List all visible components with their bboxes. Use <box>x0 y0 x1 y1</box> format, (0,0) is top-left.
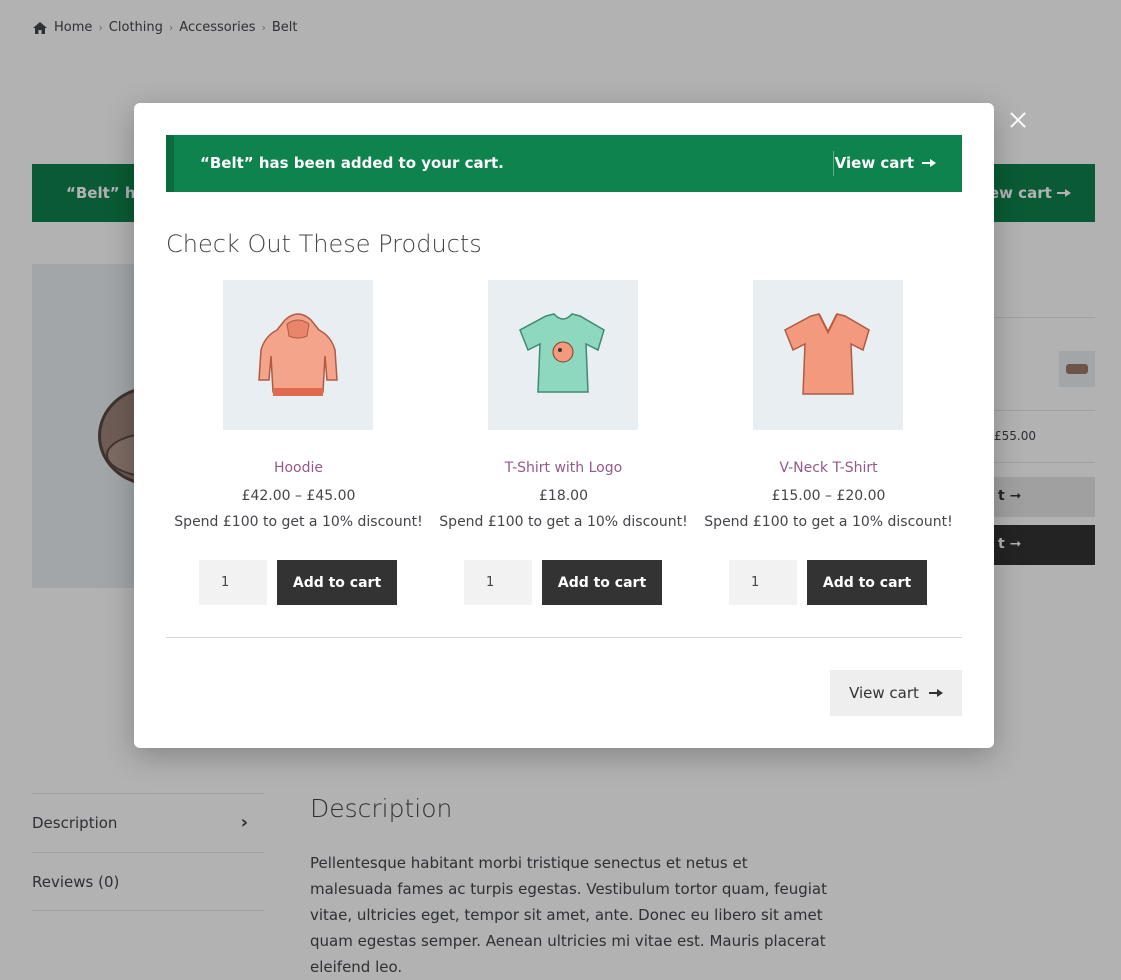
close-icon[interactable] <box>1006 108 1030 132</box>
product-name[interactable]: T-Shirt with Logo <box>431 460 696 476</box>
arrow-right-icon <box>922 158 936 168</box>
vneck-tshirt-image <box>784 313 870 395</box>
product-image-tshirt-logo[interactable] <box>488 280 638 430</box>
quantity-input[interactable] <box>199 560 267 605</box>
product-name[interactable]: V-Neck T-Shirt <box>696 460 961 476</box>
view-cart-button[interactable]: View cart <box>830 670 962 716</box>
add-to-cart-button[interactable]: Add to cart <box>277 560 397 605</box>
cross-sell-heading: Check Out These Products <box>166 230 482 258</box>
quantity-input[interactable] <box>729 560 797 605</box>
product-image-vneck[interactable] <box>753 280 903 430</box>
product-image-hoodie[interactable] <box>223 280 373 430</box>
product-promo: Spend £100 to get a 10% discount! <box>704 514 953 530</box>
product-price: £42.00 – £45.00 <box>241 488 356 504</box>
view-cart-label: View cart <box>849 684 919 702</box>
product-card: V-Neck T-Shirt £15.00 – £20.00 Spend £10… <box>696 280 961 610</box>
added-to-cart-modal: “Belt” has been added to your cart. View… <box>134 103 994 748</box>
notice-view-cart-link[interactable]: View cart <box>835 154 936 172</box>
product-promo: Spend £100 to get a 10% discount! <box>439 514 688 530</box>
hoodie-image <box>258 313 338 396</box>
product-card: Hoodie £42.00 – £45.00 Spend £100 to get… <box>166 280 431 610</box>
product-card: T-Shirt with Logo £18.00 Spend £100 to g… <box>431 280 696 610</box>
arrow-right-icon <box>928 688 943 698</box>
product-price: £15.00 – £20.00 <box>771 488 886 504</box>
notice-view-cart-label: View cart <box>834 154 914 172</box>
product-price: £18.00 <box>539 488 588 504</box>
cart-notice: “Belt” has been added to your cart. View… <box>166 135 962 192</box>
product-list: Hoodie £42.00 – £45.00 Spend £100 to get… <box>166 280 962 610</box>
add-to-cart-button[interactable]: Add to cart <box>542 560 662 605</box>
product-promo: Spend £100 to get a 10% discount! <box>174 514 423 530</box>
product-name[interactable]: Hoodie <box>166 460 431 476</box>
tshirt-logo-image <box>519 313 605 393</box>
modal-divider <box>166 637 962 638</box>
add-to-cart-button[interactable]: Add to cart <box>807 560 927 605</box>
cart-notice-message: “Belt” has been added to your cart. <box>200 154 504 172</box>
quantity-input[interactable] <box>464 560 532 605</box>
